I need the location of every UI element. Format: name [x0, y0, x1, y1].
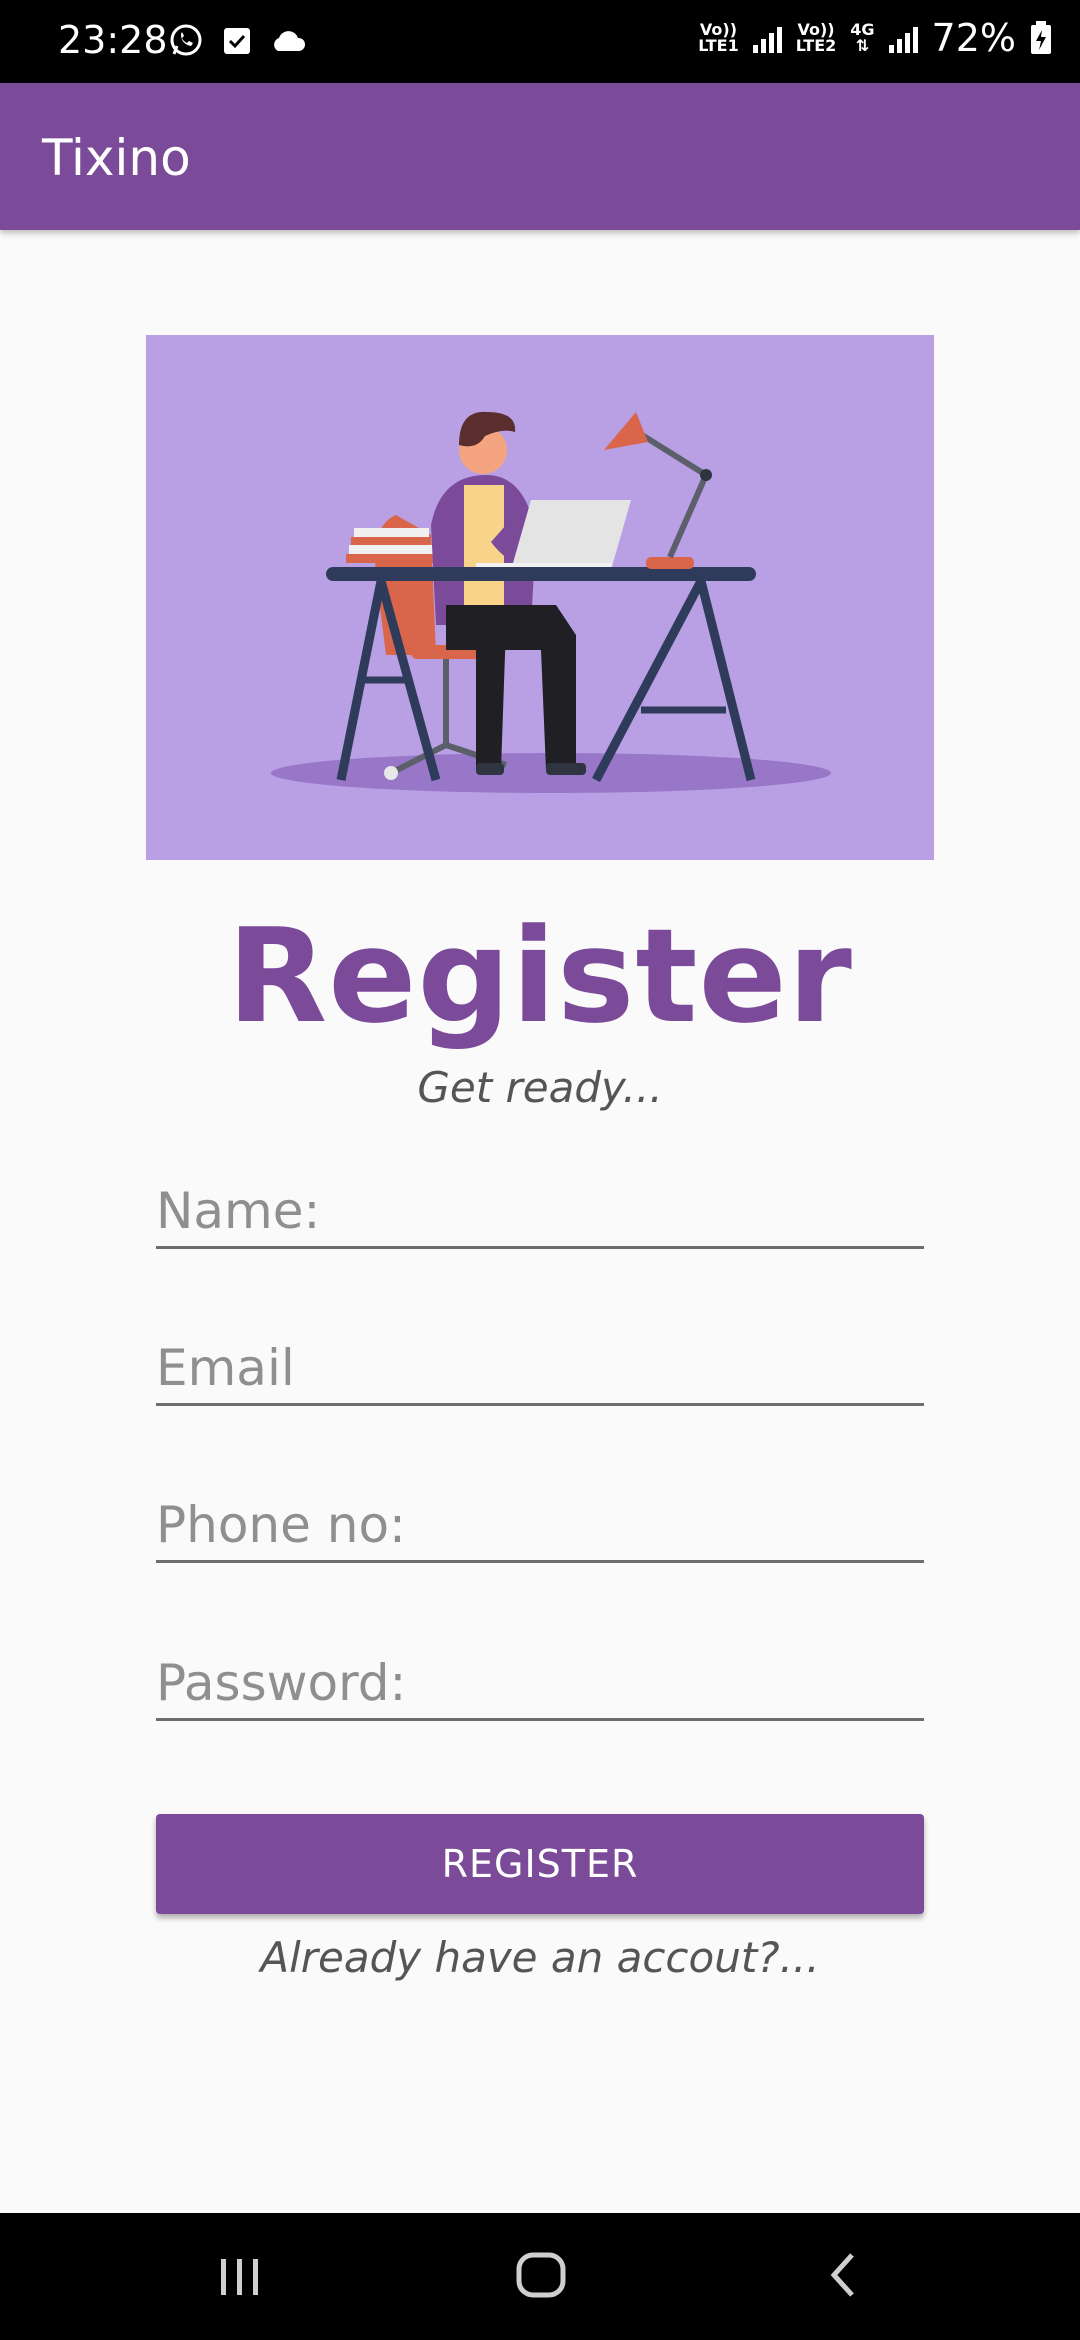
name-field[interactable]	[156, 1176, 924, 1249]
network-type: 4G ⇅	[850, 22, 874, 54]
home-button[interactable]	[506, 2243, 576, 2307]
recent-apps-button[interactable]	[205, 2243, 275, 2307]
sim1-lte: LTE1	[698, 36, 739, 55]
home-icon	[516, 2252, 566, 2298]
status-time: 23:28	[58, 18, 168, 62]
person-at-desk-illustration	[271, 411, 831, 793]
sim2-lte: LTE2	[795, 36, 837, 55]
check-box-icon	[224, 28, 250, 54]
navigation-bar	[0, 2213, 1080, 2340]
battery-charging-icon	[1031, 21, 1051, 54]
app-bar: Tixino	[0, 83, 1080, 230]
whatsapp-icon	[170, 24, 202, 56]
battery-percent: 72%	[931, 16, 1016, 60]
login-link[interactable]: Already have an accout?...	[0, 1933, 1080, 1982]
notification-icons	[168, 22, 308, 58]
back-icon	[830, 2253, 854, 2297]
register-screen: 23:28 Vo)) LTE1 Vo)) LTE2 4G ⇅ 72% Tixin…	[0, 0, 1080, 2340]
page-subtitle: Get ready...	[417, 1063, 663, 1112]
status-right: Vo)) LTE1 Vo)) LTE2 4G ⇅ 72%	[698, 16, 1052, 60]
page-title: Register	[227, 900, 853, 1052]
cloud-icon	[274, 31, 306, 51]
recent-apps-icon	[221, 2259, 258, 2295]
register-button[interactable]: REGISTER	[156, 1814, 924, 1914]
app-title: Tixino	[42, 129, 191, 187]
phone-field[interactable]	[156, 1490, 924, 1563]
status-bar: 23:28 Vo)) LTE1 Vo)) LTE2 4G ⇅ 72%	[0, 0, 1080, 83]
data-arrows-icon: ⇅	[855, 36, 870, 55]
back-button[interactable]	[810, 2243, 880, 2307]
hero-illustration	[146, 335, 934, 860]
sim2-label: Vo)) LTE2	[796, 22, 837, 54]
signal-icon-2	[888, 23, 918, 53]
password-field[interactable]	[156, 1648, 924, 1721]
sim1-label: Vo)) LTE1	[698, 22, 739, 54]
signal-icon	[752, 23, 782, 53]
email-field[interactable]	[156, 1333, 924, 1406]
